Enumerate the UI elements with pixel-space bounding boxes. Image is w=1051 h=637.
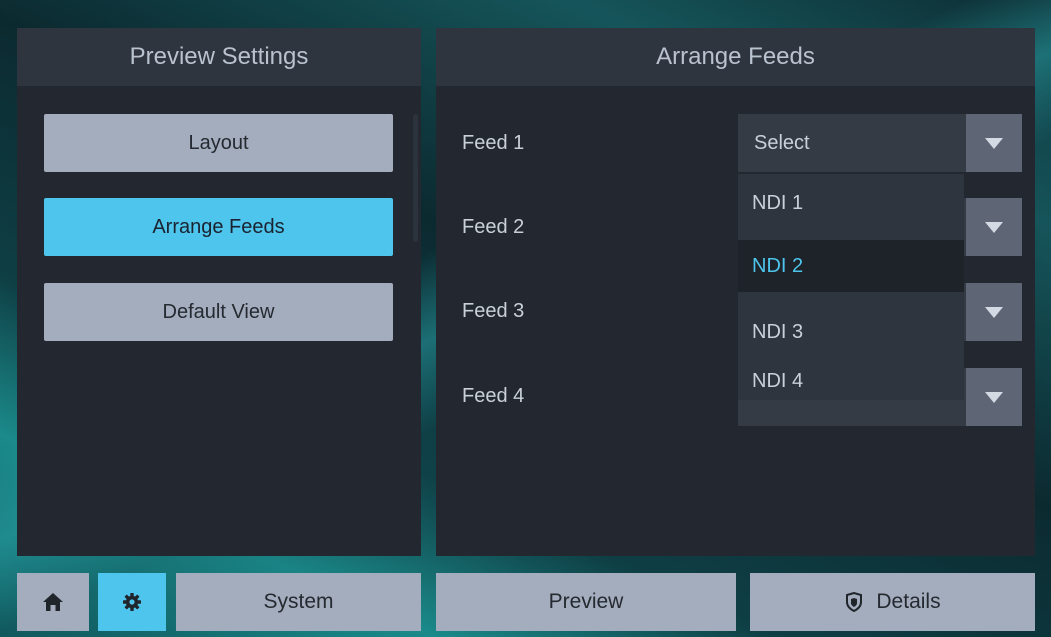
chevron-down-icon xyxy=(985,306,1003,318)
home-icon xyxy=(43,593,63,611)
panel-title: Preview Settings xyxy=(17,28,421,86)
details-label: Details xyxy=(876,590,941,613)
feed-1-label: Feed 1 xyxy=(462,132,525,154)
chevron-down-icon xyxy=(985,391,1003,403)
scrollbar[interactable] xyxy=(413,114,418,242)
panel-title: Arrange Feeds xyxy=(436,28,1035,86)
arrange-feeds-panel: Arrange Feeds Feed 1 Feed 2 Feed 3 Feed … xyxy=(436,28,1035,556)
chevron-down-icon xyxy=(985,137,1003,149)
feed-1-select[interactable]: Select xyxy=(738,114,1022,172)
feed-2-dropdown-button[interactable] xyxy=(966,198,1022,256)
preview-settings-panel: Preview Settings Layout Arrange Feeds De… xyxy=(17,28,421,556)
feed-2-label: Feed 2 xyxy=(462,216,525,238)
feed-3-dropdown-button[interactable] xyxy=(966,283,1022,341)
feed-dropdown-list: NDI 1 NDI 2 NDI 3 NDI 4 xyxy=(738,174,964,400)
system-button[interactable]: System xyxy=(176,573,421,631)
preview-button[interactable]: Preview xyxy=(436,573,736,631)
home-button[interactable] xyxy=(17,573,89,631)
feed-1-select-value: Select xyxy=(754,131,810,154)
dropdown-option-ndi-1[interactable]: NDI 1 xyxy=(738,174,964,240)
default-view-button[interactable]: Default View xyxy=(44,283,393,341)
settings-button[interactable] xyxy=(98,573,166,631)
feed-4-dropdown-button[interactable] xyxy=(966,368,1022,426)
feed-4-label: Feed 4 xyxy=(462,385,525,407)
shield-icon xyxy=(846,592,863,612)
dropdown-option-ndi-4[interactable]: NDI 4 xyxy=(738,346,964,400)
layout-button[interactable]: Layout xyxy=(44,114,393,172)
feed-1-dropdown-button[interactable] xyxy=(966,114,1022,172)
details-button[interactable]: Details xyxy=(750,573,1035,631)
chevron-down-icon xyxy=(985,221,1003,233)
dropdown-option-ndi-2[interactable]: NDI 2 xyxy=(738,240,964,292)
arrange-feeds-button[interactable]: Arrange Feeds xyxy=(44,198,393,256)
gear-icon xyxy=(123,593,141,611)
feed-3-label: Feed 3 xyxy=(462,300,525,322)
dropdown-option-ndi-3[interactable]: NDI 3 xyxy=(738,292,964,346)
